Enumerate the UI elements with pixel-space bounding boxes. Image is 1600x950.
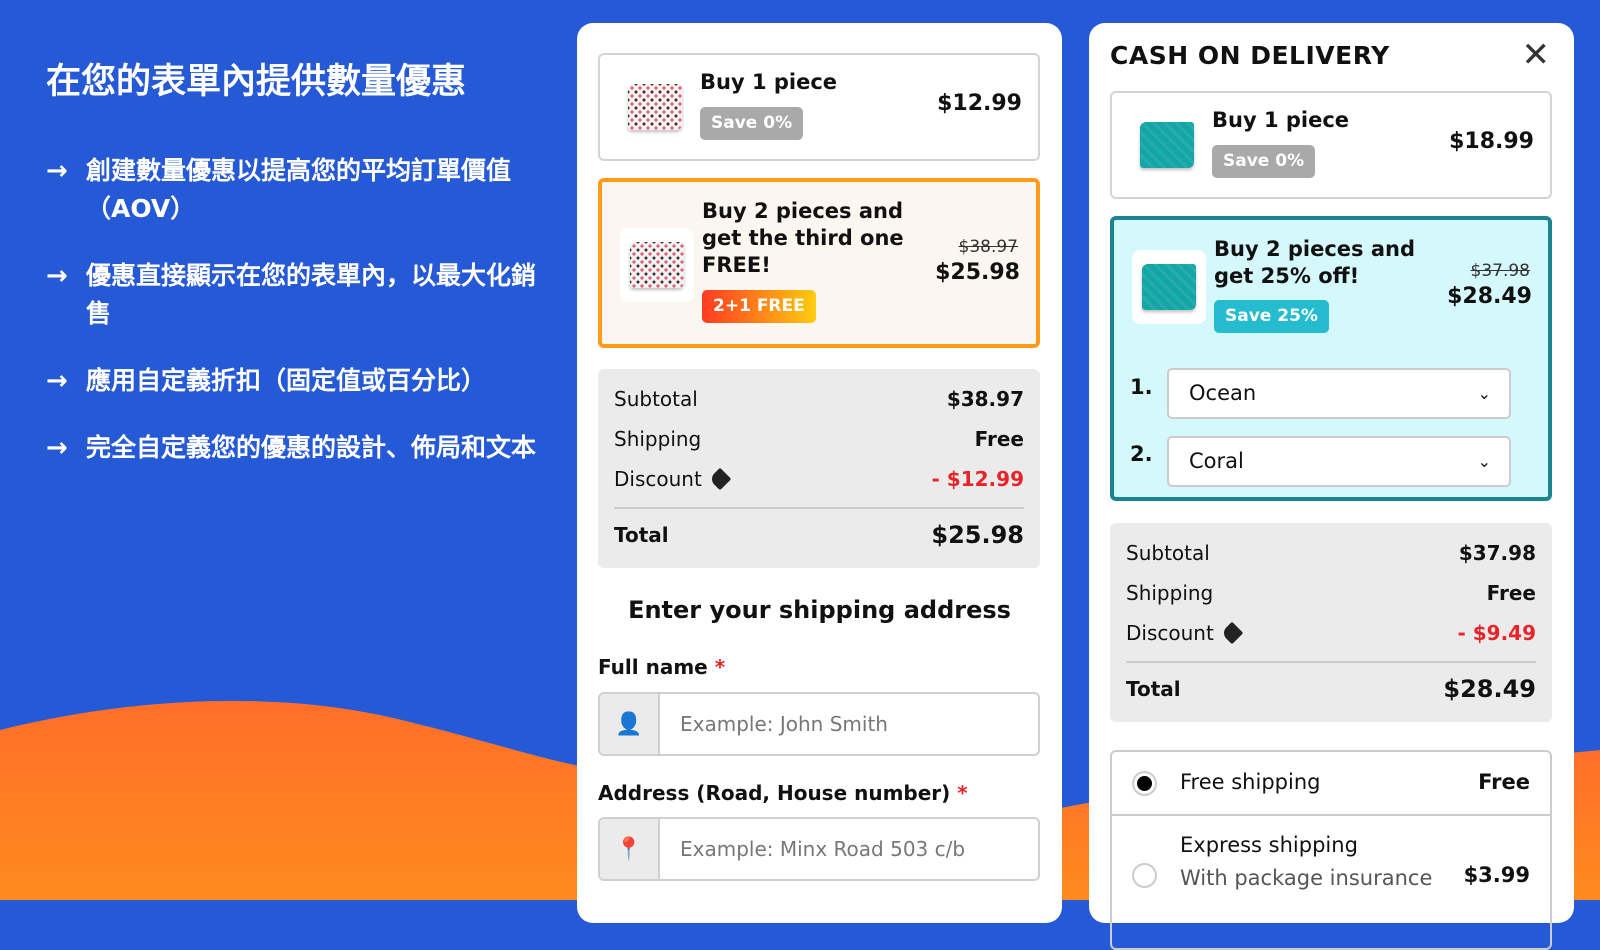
offer-old-price: $38.97 <box>958 237 1018 257</box>
order-form-panel: Buy 1 piece Save 0% $12.99 Buy 2 pieces … <box>577 23 1062 923</box>
tag-icon <box>708 467 732 491</box>
offer-old-price: $37.98 <box>1470 261 1530 281</box>
subtotal-label: Subtotal <box>1126 541 1210 565</box>
product-image <box>620 228 694 302</box>
shipping-option-label: Free shipping <box>1180 770 1321 794</box>
required-marker: * <box>714 655 726 679</box>
offer-price: $18.99 <box>1449 129 1534 154</box>
offer-badge: Save 0% <box>1212 145 1316 178</box>
divider <box>614 507 1024 509</box>
chevron-down-icon: ⌄ <box>1477 452 1491 471</box>
offer-buy-1[interactable]: Buy 1 piece Save 0% $18.99 <box>1110 91 1552 199</box>
variant-number: 1. <box>1130 375 1153 399</box>
fullname-label: Full name <box>598 655 708 679</box>
variant-select-2[interactable]: Coral ⌄ <box>1167 436 1511 487</box>
divider <box>1126 661 1536 663</box>
discount-label: Discount <box>614 467 702 491</box>
shipping-label: Shipping <box>614 427 702 451</box>
chevron-down-icon: ⌄ <box>1477 384 1491 403</box>
radio-selected[interactable] <box>1132 771 1157 796</box>
shipping-value: Free <box>974 427 1024 451</box>
total-value: $28.49 <box>1443 675 1536 703</box>
offer-title: Buy 2 pieces and get 25% off! <box>1214 237 1416 288</box>
bullet-text: 應用自定義折扣（固定值或百分比） <box>86 366 487 395</box>
bullet-text: 優惠直接顯示在您的表單內，以最大化銷售 <box>86 261 537 328</box>
shipping-option-price: Free <box>1478 770 1530 794</box>
shipping-option-label: Express shipping <box>1180 833 1358 857</box>
offer-price: $25.98 <box>935 260 1020 285</box>
pillow-image <box>630 242 684 288</box>
variant-number: 2. <box>1130 442 1153 466</box>
shipping-option-sublabel: With package insurance <box>1180 866 1433 890</box>
pillow-image <box>1140 122 1194 168</box>
product-image <box>1132 250 1206 324</box>
address-label: Address (Road, House number) <box>598 781 951 805</box>
required-marker: * <box>957 781 968 805</box>
address-heading: Enter your shipping address <box>628 596 1011 624</box>
order-summary: Subtotal $37.98 Shipping Free Discount - $9… <box>1110 523 1552 722</box>
tag-icon <box>1220 621 1244 645</box>
product-image <box>618 70 692 144</box>
total-value: $25.98 <box>931 521 1024 549</box>
total-label: Total <box>1126 677 1181 701</box>
order-summary: Subtotal $38.97 Shipping Free Discount - $1… <box>598 369 1040 568</box>
offer-title: Buy 1 piece <box>1212 108 1350 132</box>
shipping-label: Shipping <box>1126 581 1214 605</box>
product-image <box>1130 108 1204 182</box>
arrow-right-icon: → <box>46 261 68 291</box>
promo-title: 在您的表單內提供數量優惠 <box>46 62 467 102</box>
address-input[interactable] <box>660 819 1038 879</box>
fullname-input[interactable] <box>660 694 1038 754</box>
offer-price: $28.49 <box>1447 284 1532 309</box>
promo-bullet: → 應用自定義折扣（固定值或百分比） <box>46 362 546 400</box>
promo-bullet: → 完全自定義您的優惠的設計、佈局和文本 <box>46 429 546 467</box>
subtotal-label: Subtotal <box>614 387 698 411</box>
promo-bullet: → 創建數量優惠以提高您的平均訂單價值（AOV） <box>46 152 546 228</box>
pillow-image <box>628 84 682 130</box>
cod-form-panel: CASH ON DELIVERY ✕ Buy 1 piece Save 0% $… <box>1089 23 1574 950</box>
close-icon[interactable]: ✕ <box>1522 35 1551 75</box>
pillow-image <box>1142 264 1196 310</box>
arrow-right-icon: → <box>46 366 68 396</box>
variant-select-1[interactable]: Ocean ⌄ <box>1167 368 1511 419</box>
shipping-options: Free shipping Free Express shipping With… <box>1110 750 1552 950</box>
bullet-text: 完全自定義您的優惠的設計、佈局和文本 <box>86 433 537 462</box>
subtotal-value: $38.97 <box>946 387 1024 411</box>
variant-value: Ocean <box>1189 381 1257 405</box>
shipping-value: Free <box>1486 581 1536 605</box>
shipping-option-free[interactable]: Free shipping Free <box>1112 752 1550 816</box>
total-label: Total <box>614 523 669 547</box>
shipping-option-price: $3.99 <box>1463 863 1530 887</box>
location-pin-icon: 📍 <box>600 819 660 879</box>
address-field: 📍 <box>598 817 1040 881</box>
discount-value: - $12.99 <box>931 467 1024 491</box>
promo-text: 在您的表單內提供數量優惠 → 創建數量優惠以提高您的平均訂單價值（AOV） → 優惠… <box>46 60 546 496</box>
subtotal-value: $37.98 <box>1458 541 1536 565</box>
offer-price: $12.99 <box>937 91 1022 116</box>
shipping-option-express[interactable]: Express shipping With package insurance … <box>1112 816 1550 926</box>
bullet-text: 創建數量優惠以提高您的平均訂單價值（AOV） <box>86 156 512 223</box>
discount-label: Discount <box>1126 621 1214 645</box>
arrow-right-icon: → <box>46 433 68 463</box>
offer-title: Buy 2 pieces and get the third one FREE! <box>702 199 904 277</box>
offer-badge: Save 0% <box>700 107 804 140</box>
variant-value: Coral <box>1189 449 1244 473</box>
offer-badge: 2+1 FREE <box>702 290 816 323</box>
form-title: CASH ON DELIVERY <box>1110 41 1390 70</box>
offer-buy-2-get-1[interactable]: Buy 2 pieces and get the third one FREE!… <box>598 178 1040 348</box>
promo-bullet: → 優惠直接顯示在您的表單內，以最大化銷售 <box>46 257 546 333</box>
arrow-right-icon: → <box>46 156 68 186</box>
offer-buy-1[interactable]: Buy 1 piece Save 0% $12.99 <box>598 53 1040 161</box>
offer-title: Buy 1 piece <box>700 70 838 94</box>
fullname-field: 👤 <box>598 692 1040 756</box>
offer-buy-2-25-off[interactable]: Buy 2 pieces and get 25% off! Save 25% $… <box>1110 216 1552 501</box>
discount-value: - $9.49 <box>1457 621 1536 645</box>
user-icon: 👤 <box>600 694 660 754</box>
radio-unselected[interactable] <box>1132 863 1157 888</box>
offer-badge: Save 25% <box>1214 300 1329 333</box>
